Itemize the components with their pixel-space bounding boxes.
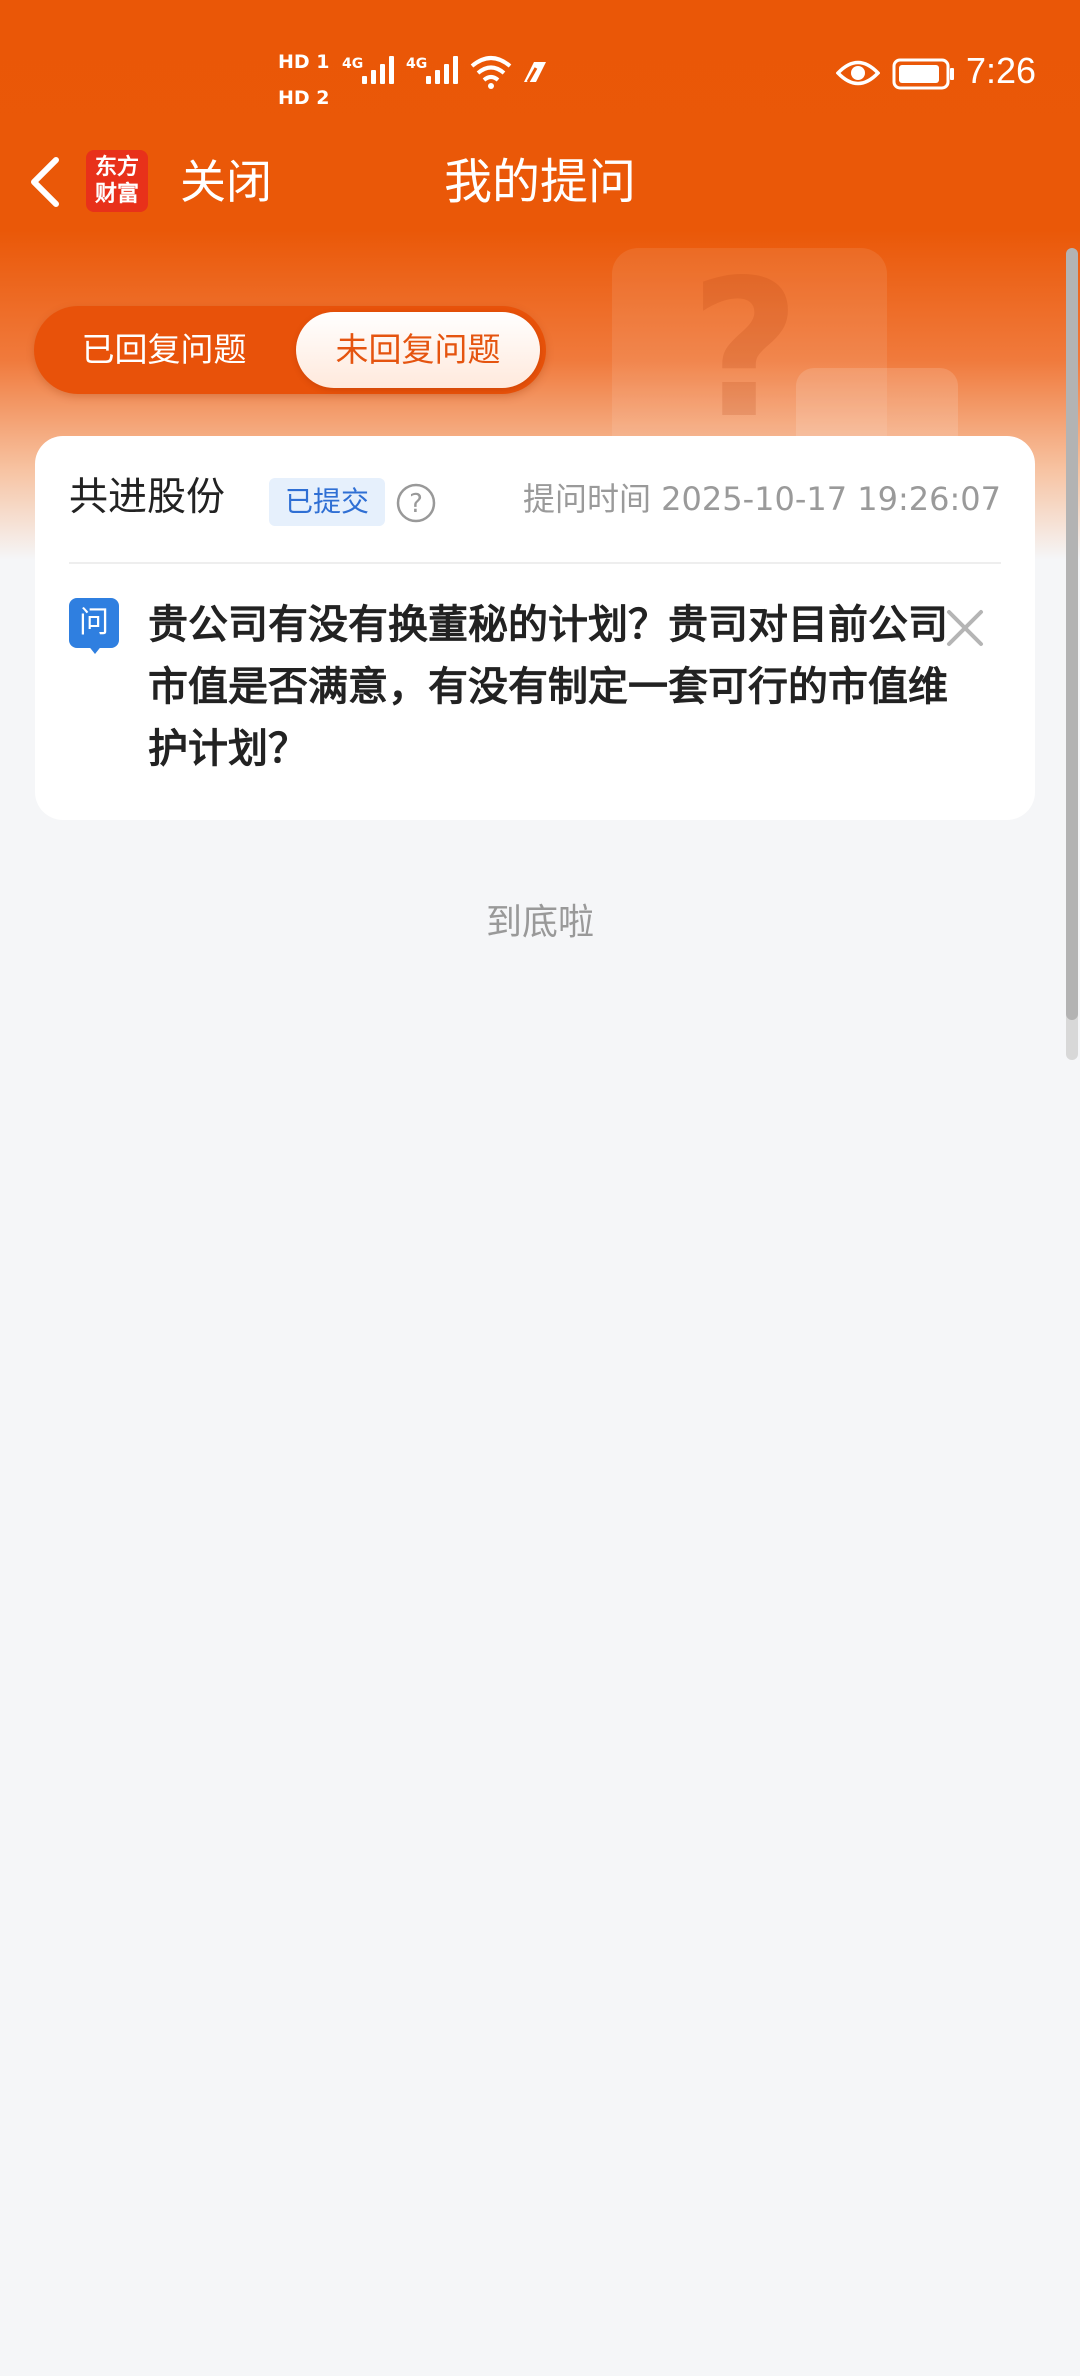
question-mark-illustration-icon: ? — [690, 239, 801, 460]
question-text: 贵公司有没有换董秘的计划？贵司对目前公司市值是否满意，有没有制定一套可行的市值维… — [148, 602, 948, 772]
tab-switcher: 已回复问题 未回复问题 — [34, 306, 546, 394]
wifi-icon — [470, 56, 512, 89]
end-of-list-text: 到底啦 — [485, 902, 594, 943]
status-bar: HD 1 HD 2 4G 4G 7:26 — [0, 0, 1080, 150]
nfc-icon — [524, 62, 546, 83]
battery-icon — [892, 58, 954, 90]
tab-unreplied-questions[interactable]: 未回复问题 — [296, 312, 540, 388]
sim-indicator: HD 1 HD 2 — [278, 44, 330, 116]
eye-comfort-icon — [836, 60, 880, 86]
question-icon: 问 — [69, 598, 119, 648]
signal-2-icon — [426, 56, 458, 84]
ask-time: 提问时间 2025-10-17 19:26:07 — [522, 480, 1001, 518]
question-card[interactable]: 共进股份 已提交 ? 提问时间 2025-10-17 19:26:07 问 贵公… — [35, 436, 1035, 820]
signal-1-icon — [362, 56, 394, 84]
clock: 7:26 — [966, 50, 1037, 91]
page: ? HD 1 HD 2 4G 4G 7:26 东方 财富 关闭 我的提问 已回复… — [0, 0, 1080, 2376]
navigation-bar: 东方 财富 关闭 我的提问 — [0, 140, 1080, 230]
question-icon-tail — [87, 644, 103, 654]
tab-replied-questions[interactable]: 已回复问题 — [34, 306, 294, 394]
sim1-label: HD 1 — [278, 51, 330, 73]
stock-name[interactable]: 共进股份 — [69, 474, 225, 522]
close-icon[interactable] — [941, 604, 989, 652]
divider — [69, 562, 1001, 564]
svg-text:?: ? — [409, 489, 423, 519]
scrollbar[interactable] — [1066, 248, 1078, 1020]
help-icon[interactable]: ? — [395, 482, 437, 524]
sim2-label: HD 2 — [278, 87, 330, 109]
page-title: 我的提问 — [443, 154, 636, 210]
status-badge: 已提交 — [269, 478, 385, 526]
network-type-1: 4G — [342, 56, 364, 72]
network-type-2: 4G — [406, 56, 428, 72]
